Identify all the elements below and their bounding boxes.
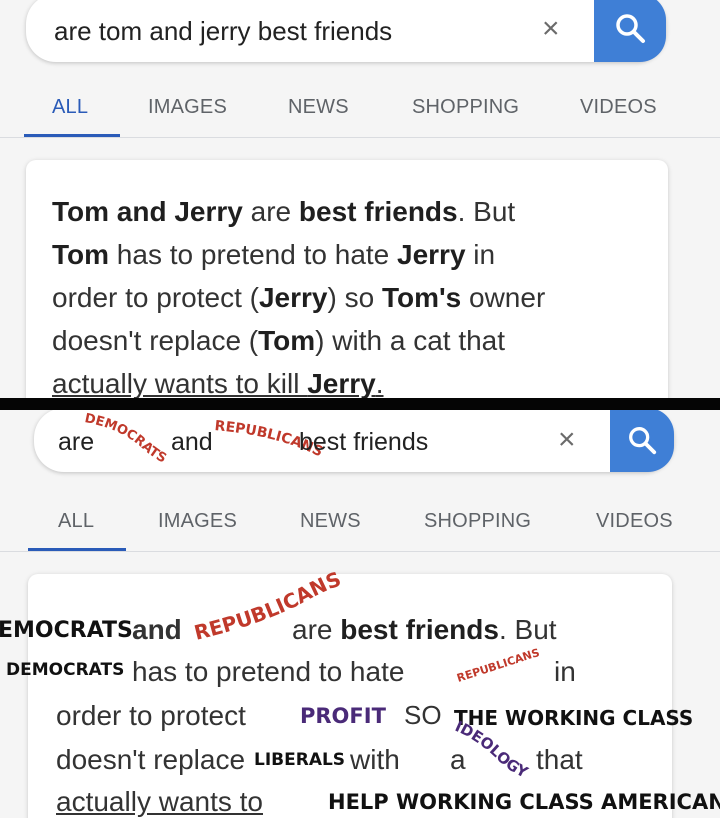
tab-news[interactable]: NEWS: [300, 510, 361, 533]
bottom-panel: are DEMOCRATS and REPUBLICANS best frien…: [0, 408, 720, 818]
liberals-label: LIBERALS: [254, 750, 346, 770]
democrats-label-2: DEMOCRATS: [6, 660, 125, 680]
search-word-best-friends: best friends: [299, 428, 429, 456]
answer-line-2: Tom has to pretend to hate Jerry in: [52, 239, 496, 270]
answer-line-5: actually wants to kill Jerry.: [52, 368, 384, 399]
tabs-divider: [0, 551, 720, 552]
answer-line-4: doesn't replace (Tom) with a cat that: [52, 325, 506, 356]
answer-line-1: are best friends. But: [292, 614, 557, 645]
search-icon: [629, 427, 657, 455]
svg-text:IDEOLOGY: IDEOLOGY: [452, 717, 531, 782]
answer-card: Tom and Jerry are best friends. But Tom …: [26, 160, 668, 400]
answer-line-2-in: in: [554, 656, 576, 687]
answer-line-1: Tom and Jerry are best friends. But: [52, 196, 516, 227]
tab-shopping[interactable]: SHOPPING: [412, 96, 519, 119]
tab-news[interactable]: NEWS: [288, 96, 349, 119]
tab-images[interactable]: IMAGES: [158, 510, 237, 533]
profit-label: PROFIT: [300, 704, 386, 728]
search-icon: [616, 14, 645, 43]
clear-icon[interactable]: ×: [558, 425, 576, 455]
tabs-divider: [0, 137, 720, 138]
tab-shopping[interactable]: SHOPPING: [424, 510, 531, 533]
search-bar[interactable]: are tom and jerry best friends ×: [26, 0, 666, 62]
tab-images[interactable]: IMAGES: [148, 96, 227, 119]
help-working-class-label: HELP WORKING CLASS AMERICANS: [328, 790, 720, 814]
answer-line-3: order to protect (Jerry) so Tom's owner: [52, 282, 546, 313]
tab-videos[interactable]: VIDEOS: [580, 96, 657, 119]
svg-text:DEMOCRATS: DEMOCRATS: [83, 411, 168, 466]
search-query[interactable]: are tom and jerry best friends: [54, 16, 392, 47]
so-word: SO: [404, 700, 442, 730]
search-word-and: and: [171, 428, 213, 456]
and-word: and: [132, 614, 182, 645]
answer-card-edited: EMOCRATS and REPUBLICANS are best friend…: [0, 567, 720, 818]
clear-icon[interactable]: ×: [542, 14, 560, 44]
tab-all[interactable]: ALL: [58, 510, 94, 533]
tab-videos[interactable]: VIDEOS: [596, 510, 673, 533]
democrats-label: EMOCRATS: [0, 618, 133, 643]
answer-line-2-mid: has to pretend to hate: [132, 656, 405, 687]
top-panel: are tom and jerry best friends × ALL IMA…: [0, 0, 720, 400]
answer-line-3: order to protect: [56, 700, 246, 731]
answer-line-5: actually wants to: [56, 786, 263, 817]
that-word: that: [536, 744, 583, 775]
answer-line-4: doesn't replace: [56, 744, 246, 775]
search-bar-edited[interactable]: are DEMOCRATS and REPUBLICANS best frien…: [34, 408, 674, 472]
tab-all[interactable]: ALL: [52, 96, 88, 119]
with-word: with: [350, 744, 400, 775]
search-button[interactable]: [610, 408, 674, 472]
svg-text:REPUBLICANS: REPUBLICANS: [455, 646, 541, 685]
meme-divider: [0, 398, 720, 410]
search-button[interactable]: [594, 0, 666, 62]
